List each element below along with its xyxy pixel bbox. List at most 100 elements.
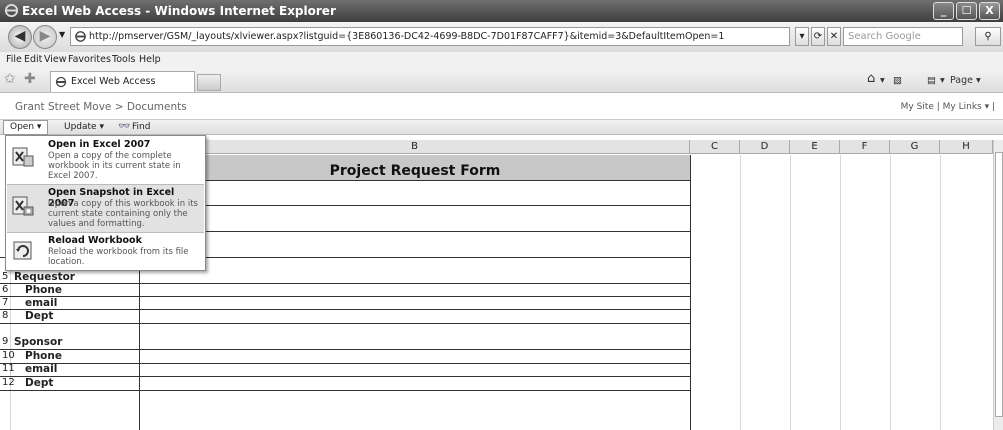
- menu-item-description: Open a copy of the complete workbook in …: [48, 151, 181, 181]
- page-icon: [55, 76, 67, 88]
- row-label-email[interactable]: email: [25, 297, 57, 309]
- update-menu-button[interactable]: Update ▾: [64, 122, 104, 132]
- row-label-phone[interactable]: Phone: [25, 350, 62, 362]
- close-button[interactable]: X: [979, 2, 1000, 20]
- menu-help[interactable]: Help: [139, 54, 161, 65]
- row-label-sponsor[interactable]: Sponsor: [14, 336, 62, 348]
- page-menu[interactable]: Page ▾: [950, 75, 981, 86]
- row-label-phone[interactable]: Phone: [25, 284, 62, 296]
- excel-toolbar: Open ▾ Update ▾ 👓 Find: [0, 120, 1003, 135]
- breadcrumb[interactable]: Grant Street Move > Documents: [15, 101, 187, 113]
- menu-item-title: Open in Excel 2007: [48, 139, 151, 150]
- find-button[interactable]: Find: [132, 122, 150, 132]
- stop-icon: ✕: [829, 31, 839, 42]
- refresh-icon: ⟳: [813, 31, 823, 42]
- row-number: 9: [2, 336, 9, 347]
- column-header-h[interactable]: H: [940, 140, 993, 154]
- add-favorites-icon[interactable]: ✚: [24, 71, 36, 87]
- feeds-icon[interactable]: ▧: [893, 75, 902, 86]
- sharepoint-header: Grant Street Move > Documents My Site | …: [0, 94, 1003, 120]
- find-binoculars-icon: 👓: [118, 121, 131, 132]
- row-number: 7: [2, 297, 9, 308]
- row-number: 5: [2, 271, 9, 282]
- row-number: 11: [2, 363, 15, 374]
- window-title-bar: Excel Web Access - Windows Internet Expl…: [0, 0, 1003, 22]
- reload-icon: [13, 241, 32, 260]
- tab-excel-web-access[interactable]: Excel Web Access: [50, 71, 195, 92]
- my-site-links[interactable]: My Site | My Links ▾ |: [901, 102, 995, 112]
- grid-line: [740, 155, 741, 430]
- minimize-button[interactable]: _: [933, 2, 954, 20]
- history-dropdown-icon[interactable]: ▼: [59, 30, 65, 39]
- back-button[interactable]: ◀: [8, 25, 32, 49]
- column-header-g[interactable]: G: [890, 140, 940, 154]
- row-label-dept[interactable]: Dept: [25, 377, 53, 389]
- chevron-down-icon[interactable]: ▾: [940, 75, 945, 86]
- menu-favorites[interactable]: Favorites: [68, 54, 111, 65]
- chevron-down-icon[interactable]: ▾: [880, 75, 885, 86]
- grid-line: [140, 231, 690, 232]
- stop-button[interactable]: ✕: [827, 27, 841, 46]
- menu-item-title: Reload Workbook: [48, 235, 142, 246]
- column-header-b[interactable]: B: [140, 140, 690, 154]
- grid-line: [0, 349, 690, 350]
- grid-line: [840, 155, 841, 430]
- excel-open-icon: [12, 147, 34, 167]
- menu-item-description: Reload the workbook from its file locati…: [48, 247, 189, 267]
- menu-item-open-in-excel[interactable]: Open in Excel 2007 Open a copy of the co…: [7, 137, 204, 183]
- column-header-c[interactable]: C: [690, 140, 740, 154]
- chevron-down-icon: ▾: [799, 31, 805, 42]
- menu-item-description: Open a copy of this workbook in its curr…: [48, 199, 198, 229]
- grid-line: [0, 283, 690, 284]
- row-number: 10: [2, 350, 15, 361]
- address-dropdown-button[interactable]: ▾: [795, 27, 809, 46]
- window-title: Excel Web Access - Windows Internet Expl…: [22, 4, 336, 18]
- grid-line: [790, 155, 791, 430]
- grid-line: [690, 155, 691, 430]
- grid-line: [140, 205, 690, 206]
- address-toolbar: ◀ ▶ ▼ http://pmserver/GSM/_layouts/xlvie…: [0, 22, 1003, 52]
- search-button[interactable]: ⚲: [975, 27, 1001, 46]
- row-number: 6: [2, 284, 9, 295]
- menu-item-reload-workbook[interactable]: Reload Workbook Reload the workbook from…: [7, 233, 204, 270]
- search-input[interactable]: Search Google: [843, 27, 963, 46]
- row-label-email[interactable]: email: [25, 363, 57, 375]
- page-icon: [75, 31, 86, 42]
- back-arrow-icon: ◀: [14, 28, 26, 44]
- scrollbar-thumb[interactable]: [995, 152, 1003, 417]
- forward-arrow-icon: ▶: [39, 28, 51, 44]
- grid-line: [0, 323, 690, 324]
- menu-tools[interactable]: Tools: [112, 54, 135, 65]
- print-icon[interactable]: ▤: [927, 75, 936, 86]
- grid-line: [890, 155, 891, 430]
- row-number: 8: [2, 310, 9, 321]
- form-title: Project Request Form: [140, 155, 690, 180]
- refresh-button[interactable]: ⟳: [811, 27, 825, 46]
- open-menu-button[interactable]: Open ▾: [3, 120, 49, 135]
- menu-file[interactable]: File: [6, 54, 22, 65]
- menu-view[interactable]: View: [44, 54, 67, 65]
- menu-edit[interactable]: Edit: [24, 54, 42, 65]
- new-tab-button[interactable]: [197, 74, 221, 91]
- favorites-star-icon[interactable]: ✩: [4, 71, 16, 87]
- search-icon: ⚲: [984, 31, 992, 42]
- excel-snapshot-icon: [12, 196, 34, 216]
- menu-item-open-snapshot[interactable]: Open Snapshot in Excel 2007 Open a copy …: [7, 185, 204, 232]
- grid-line: [0, 309, 690, 310]
- forward-button[interactable]: ▶: [33, 25, 57, 49]
- vertical-scrollbar[interactable]: [993, 140, 1003, 430]
- row-label-requestor[interactable]: Requestor: [14, 271, 75, 283]
- open-dropdown-menu: Open in Excel 2007 Open a copy of the co…: [5, 135, 206, 271]
- tab-bar: ✩ ✚ Excel Web Access ⌂ ▾ ▧ ▤ ▾ Page ▾: [0, 68, 1003, 93]
- ie-logo-icon: [4, 3, 19, 18]
- column-header-d[interactable]: D: [740, 140, 790, 154]
- home-icon[interactable]: ⌂: [867, 71, 875, 86]
- maximize-button[interactable]: ☐: [956, 2, 977, 20]
- address-bar[interactable]: http://pmserver/GSM/_layouts/xlviewer.as…: [70, 27, 790, 46]
- column-header-f[interactable]: F: [840, 140, 890, 154]
- row-label-dept[interactable]: Dept: [25, 310, 53, 322]
- address-url: http://pmserver/GSM/_layouts/xlviewer.as…: [89, 31, 725, 42]
- grid-line: [940, 155, 941, 430]
- row-number: 12: [2, 377, 15, 388]
- column-header-e[interactable]: E: [790, 140, 840, 154]
